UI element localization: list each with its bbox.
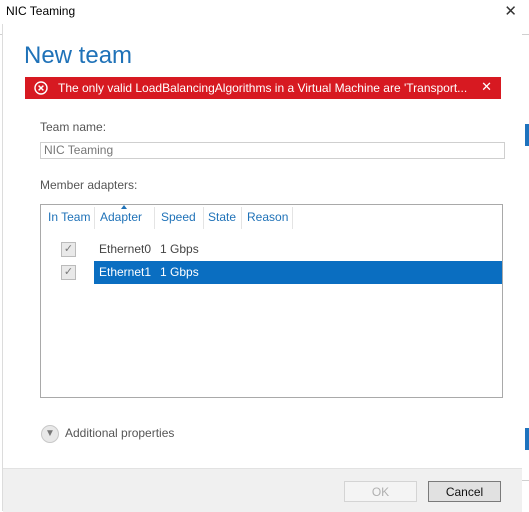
column-separator	[241, 207, 242, 229]
column-separator	[154, 207, 155, 229]
title-bar: NIC Teaming ✕	[0, 0, 529, 24]
adapter-row[interactable]: ✓ Ethernet1 1 Gbps	[41, 261, 502, 284]
column-separator	[203, 207, 204, 229]
in-team-checkbox[interactable]: ✓	[61, 242, 76, 257]
column-state[interactable]: State	[208, 205, 236, 230]
background-accent	[525, 428, 529, 450]
adapter-speed: 1 Gbps	[160, 242, 199, 256]
column-reason[interactable]: Reason	[247, 205, 288, 230]
error-banner: The only valid LoadBalancingAlgorithms i…	[25, 77, 501, 99]
selection-highlight	[94, 261, 502, 284]
adapter-speed: 1 Gbps	[160, 265, 199, 279]
member-adapters-list[interactable]: In Team Adapter Speed State Reason ✓ Eth…	[40, 204, 503, 398]
new-team-dialog: New team The only valid LoadBalancingAlg…	[2, 24, 522, 512]
column-in-team[interactable]: In Team	[48, 205, 90, 230]
close-icon[interactable]: ✕	[504, 2, 517, 20]
team-name-label: Team name:	[40, 120, 107, 134]
window-title: NIC Teaming	[6, 4, 76, 18]
cancel-button[interactable]: Cancel	[428, 481, 501, 502]
in-team-checkbox[interactable]: ✓	[61, 265, 76, 280]
column-separator	[292, 207, 293, 229]
dialog-footer: OK Cancel	[3, 468, 522, 512]
chevron-down-circle-icon: ▼	[41, 425, 59, 443]
additional-properties-label: Additional properties	[65, 426, 175, 440]
column-adapter[interactable]: Adapter	[100, 205, 142, 230]
adapter-name: Ethernet1	[99, 265, 152, 279]
column-speed[interactable]: Speed	[161, 205, 196, 230]
error-message: The only valid LoadBalancingAlgorithms i…	[58, 81, 468, 95]
error-circle-icon	[34, 81, 48, 95]
dismiss-error-icon[interactable]: ✕	[481, 79, 492, 95]
dialog-heading: New team	[24, 42, 133, 69]
adapter-name: Ethernet0	[99, 242, 152, 256]
background-accent	[525, 124, 529, 146]
team-name-input[interactable]: NIC Teaming	[40, 142, 505, 159]
column-separator	[94, 207, 95, 229]
adapter-row[interactable]: ✓ Ethernet0 1 Gbps	[41, 238, 502, 261]
member-adapters-label: Member adapters:	[40, 178, 138, 192]
ok-button[interactable]: OK	[344, 481, 417, 502]
